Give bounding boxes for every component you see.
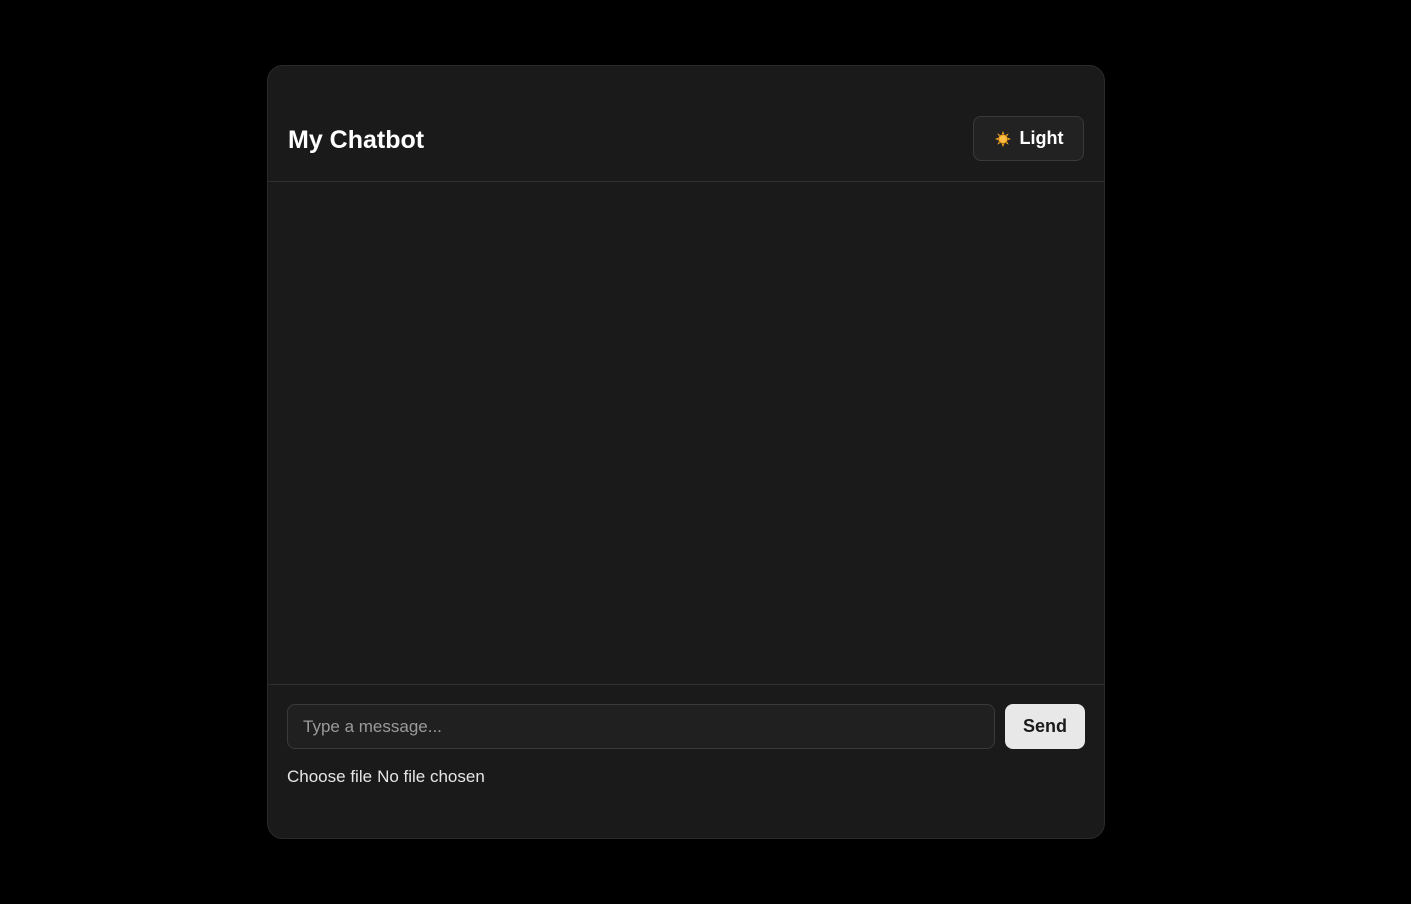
message-composer: Send — [287, 704, 1085, 749]
page-title: My Chatbot — [288, 126, 425, 154]
theme-toggle-button[interactable]: Light — [973, 116, 1084, 161]
message-list[interactable] — [268, 182, 1104, 685]
message-input[interactable] — [287, 704, 995, 749]
choose-file-button[interactable]: Choose file — [287, 767, 372, 787]
chat-header: My Chatbot Light — [268, 66, 1104, 182]
send-button[interactable]: Send — [1005, 704, 1085, 749]
sun-icon — [994, 130, 1011, 147]
theme-toggle-label: Light — [1019, 128, 1064, 148]
file-upload: Choose file No file chosen — [287, 765, 485, 789]
file-status: No file chosen — [377, 767, 485, 786]
